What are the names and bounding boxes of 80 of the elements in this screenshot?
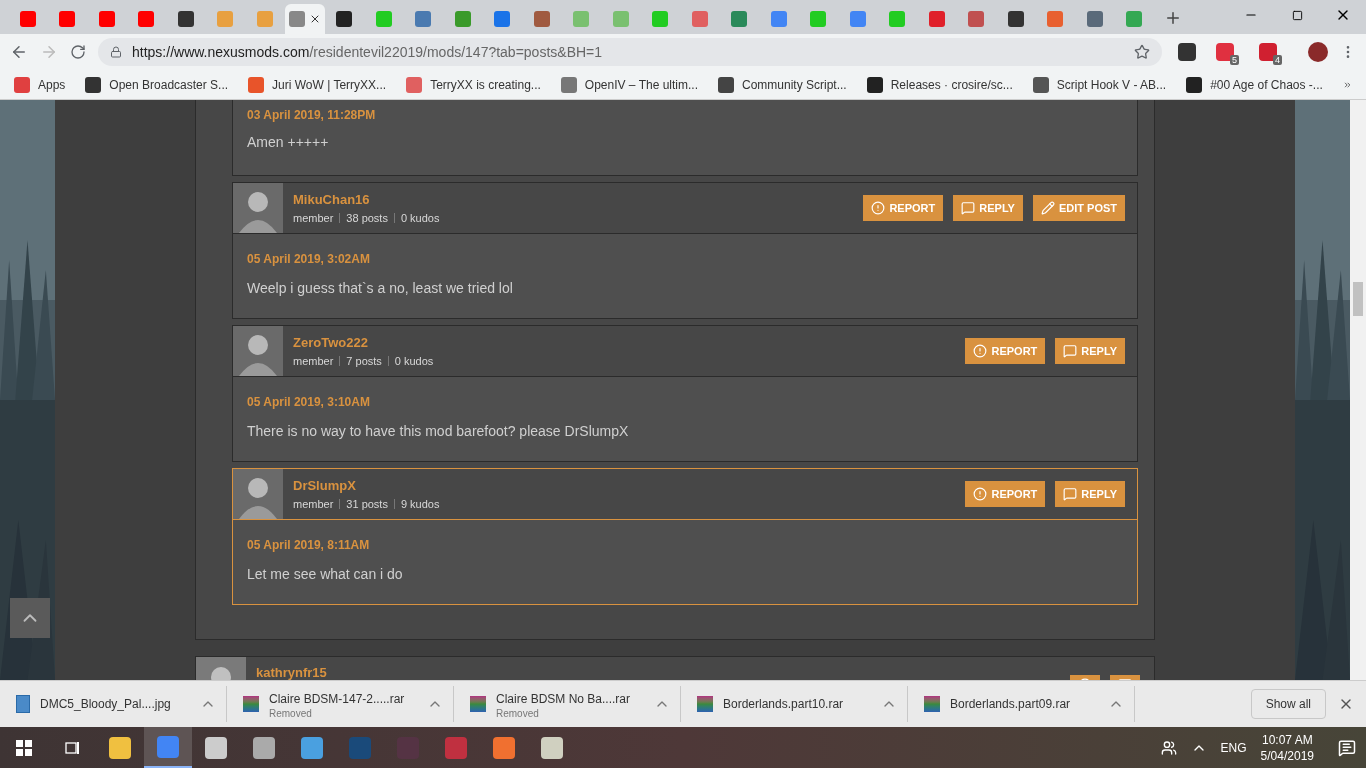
download-item[interactable]: Borderlands.part09.rar [908,686,1135,722]
file-name: Borderlands.part09.rar [950,696,1072,713]
lock-icon [110,46,122,58]
post-date: 05 April 2019, 3:10AM [247,394,371,411]
taskbar-app[interactable] [144,727,192,768]
extension-icon[interactable] [1215,43,1234,61]
profile-avatar[interactable] [1308,42,1328,62]
bookmark-item[interactable]: Releases · crosire/sc... [866,75,1013,94]
username-link[interactable]: MikuChan16 [293,190,440,210]
kudos-count: 0 kudos [400,210,440,226]
bookmark-item[interactable]: OpenIV – The ultim... [560,75,698,94]
post-text: There is no way to have this mod barefoot? please DrSlumpX [247,422,630,441]
post-count: 38 posts [346,210,388,226]
bookmark-item[interactable]: #00 Age of Chaos -... [1186,75,1323,94]
post-text: Weelp i guess that`s a no, least we tried lol [247,279,514,298]
notifications-icon[interactable] [1338,738,1356,757]
address-bar[interactable]: https://www.nexusmods.com/residentevil22019/mods/147?tab=posts&BH=1 [98,38,1162,66]
post-count: 7 posts [346,353,382,369]
task-view-icon [64,740,80,755]
bookmark-item[interactable]: TerryXX is creating... [406,75,541,94]
username-link[interactable]: kathrynfr15 [256,663,327,680]
download-item[interactable]: Claire BDSM-147-2.....rar Removed [227,686,454,722]
member-role: member [293,353,334,369]
member-role: member [293,210,334,226]
download-item[interactable]: Borderlands.part10.rar [681,686,908,722]
file-name: Claire BDSM No Ba....rar [496,690,632,708]
new-tab-icon[interactable] [1164,9,1182,27]
url-text: https://www.nexusmods.com/residentevil22019/mods/147?tab=posts&BH=1 [132,42,604,62]
bookmark-item[interactable]: Apps [14,75,66,94]
show-all-button[interactable]: Show all [1250,689,1326,719]
archive-file-icon [470,696,486,712]
alert-icon [973,487,988,501]
reload-icon[interactable] [70,44,86,60]
clock[interactable]: 10:07 AM 5/04/2019 [1260,731,1314,764]
speech-bubble-icon [961,201,976,215]
scrollbar[interactable] [1350,100,1366,680]
extension-icon[interactable] [1177,43,1196,61]
bookmark-star-icon[interactable] [1133,44,1150,60]
windows-logo-icon [16,739,32,756]
username-link[interactable]: ZeroTwo222 [293,333,434,353]
speech-bubble-icon [1063,344,1078,358]
bookmark-item[interactable]: Juri WoW | TerryXX... [248,75,387,94]
kudos-count: 0 kudos [394,353,434,369]
file-name: Claire BDSM-147-2.....rar [269,690,406,708]
bookmark-item[interactable]: Script Hook V - AB... [1032,75,1167,94]
archive-file-icon [697,696,713,712]
post-count: 31 posts [346,496,388,512]
post-text: Amen +++++ [247,133,330,152]
badge: 4 [1273,55,1282,65]
back-to-top-button[interactable] [10,598,50,638]
pencil-icon [1040,201,1055,215]
avatar [233,183,283,233]
bookmark-item[interactable]: Community Script... [718,75,847,94]
archive-file-icon [924,696,940,712]
username-link[interactable]: DrSlumpX [293,476,440,496]
download-status: Removed [269,707,313,719]
people-icon[interactable] [1160,739,1177,756]
bookmark-item[interactable]: Open Broadcaster S... [85,75,229,94]
post-date: 05 April 2019, 3:02AM [247,251,371,268]
alert-icon [973,344,988,358]
download-item[interactable]: DMC5_Bloody_Pal....jpg [0,686,227,722]
speech-bubble-icon [1063,487,1078,501]
restore-icon [1291,9,1303,21]
post-text: Let me see what can i do [247,565,404,584]
download-item[interactable]: Claire BDSM No Ba....rar Removed [454,686,681,722]
language-indicator[interactable]: ENG [1220,738,1247,757]
file-name: DMC5_Bloody_Pal....jpg [40,696,172,713]
kudos-count: 9 kudos [400,496,440,512]
download-status: Removed [496,707,540,719]
post-date: 03 April 2019, 11:28PM [247,107,377,124]
image-file-icon [16,695,30,713]
avatar [233,469,283,519]
back-icon[interactable] [10,43,28,61]
alert-icon [871,201,886,215]
archive-file-icon [243,696,259,712]
file-name: Borderlands.part10.rar [723,696,845,713]
member-role: member [293,496,334,512]
badge: 5 [1229,55,1239,65]
post-date: 05 April 2019, 8:11AM [247,537,371,554]
avatar [233,326,283,376]
